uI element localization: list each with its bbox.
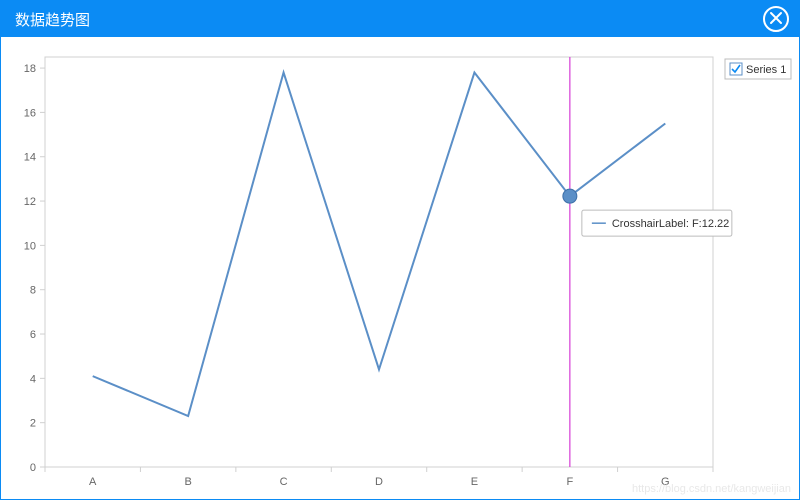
y-tick-label: 18	[24, 63, 36, 75]
y-tick-label: 16	[24, 107, 36, 119]
line-chart[interactable]: 0 2 4 6 8 10 12 14 16 18 A B C D E F G CrosshairLabel: F:…	[1, 37, 799, 499]
y-tick-label: 0	[30, 462, 36, 474]
y-tick-label: 8	[30, 285, 36, 297]
crosshair-tooltip-label: CrosshairLabel: F:12.22	[612, 218, 729, 230]
x-tick-label: E	[471, 476, 478, 488]
close-icon	[769, 11, 783, 28]
x-tick-label: B	[184, 476, 191, 488]
y-tick-label: 4	[30, 373, 36, 385]
dialog-window: 数据趋势图 0 2 4 6 8 10 12 14 16 18 A B C D E F G CrosshairLab…	[0, 0, 800, 500]
plot-border	[45, 57, 713, 467]
x-tick-label: A	[89, 476, 97, 488]
dialog-title: 数据趋势图	[15, 9, 90, 30]
legend-checkbox[interactable]	[730, 63, 742, 75]
x-tick-label: C	[280, 476, 288, 488]
y-tick-label: 2	[30, 418, 36, 430]
y-tick-label: 10	[24, 240, 36, 252]
series-line	[93, 73, 666, 417]
legend-series-label: Series 1	[746, 64, 786, 76]
crosshair-marker	[563, 189, 577, 203]
chart-area[interactable]: 0 2 4 6 8 10 12 14 16 18 A B C D E F G CrosshairLabel: F:…	[1, 37, 799, 499]
close-button[interactable]	[763, 6, 789, 32]
x-tick-label: D	[375, 476, 383, 488]
y-tick-label: 14	[24, 152, 36, 164]
titlebar: 数据趋势图	[1, 1, 799, 37]
y-tick-label: 12	[24, 196, 36, 208]
x-tick-label: G	[661, 476, 670, 488]
y-tick-label: 6	[30, 329, 36, 341]
x-tick-label: F	[566, 476, 573, 488]
